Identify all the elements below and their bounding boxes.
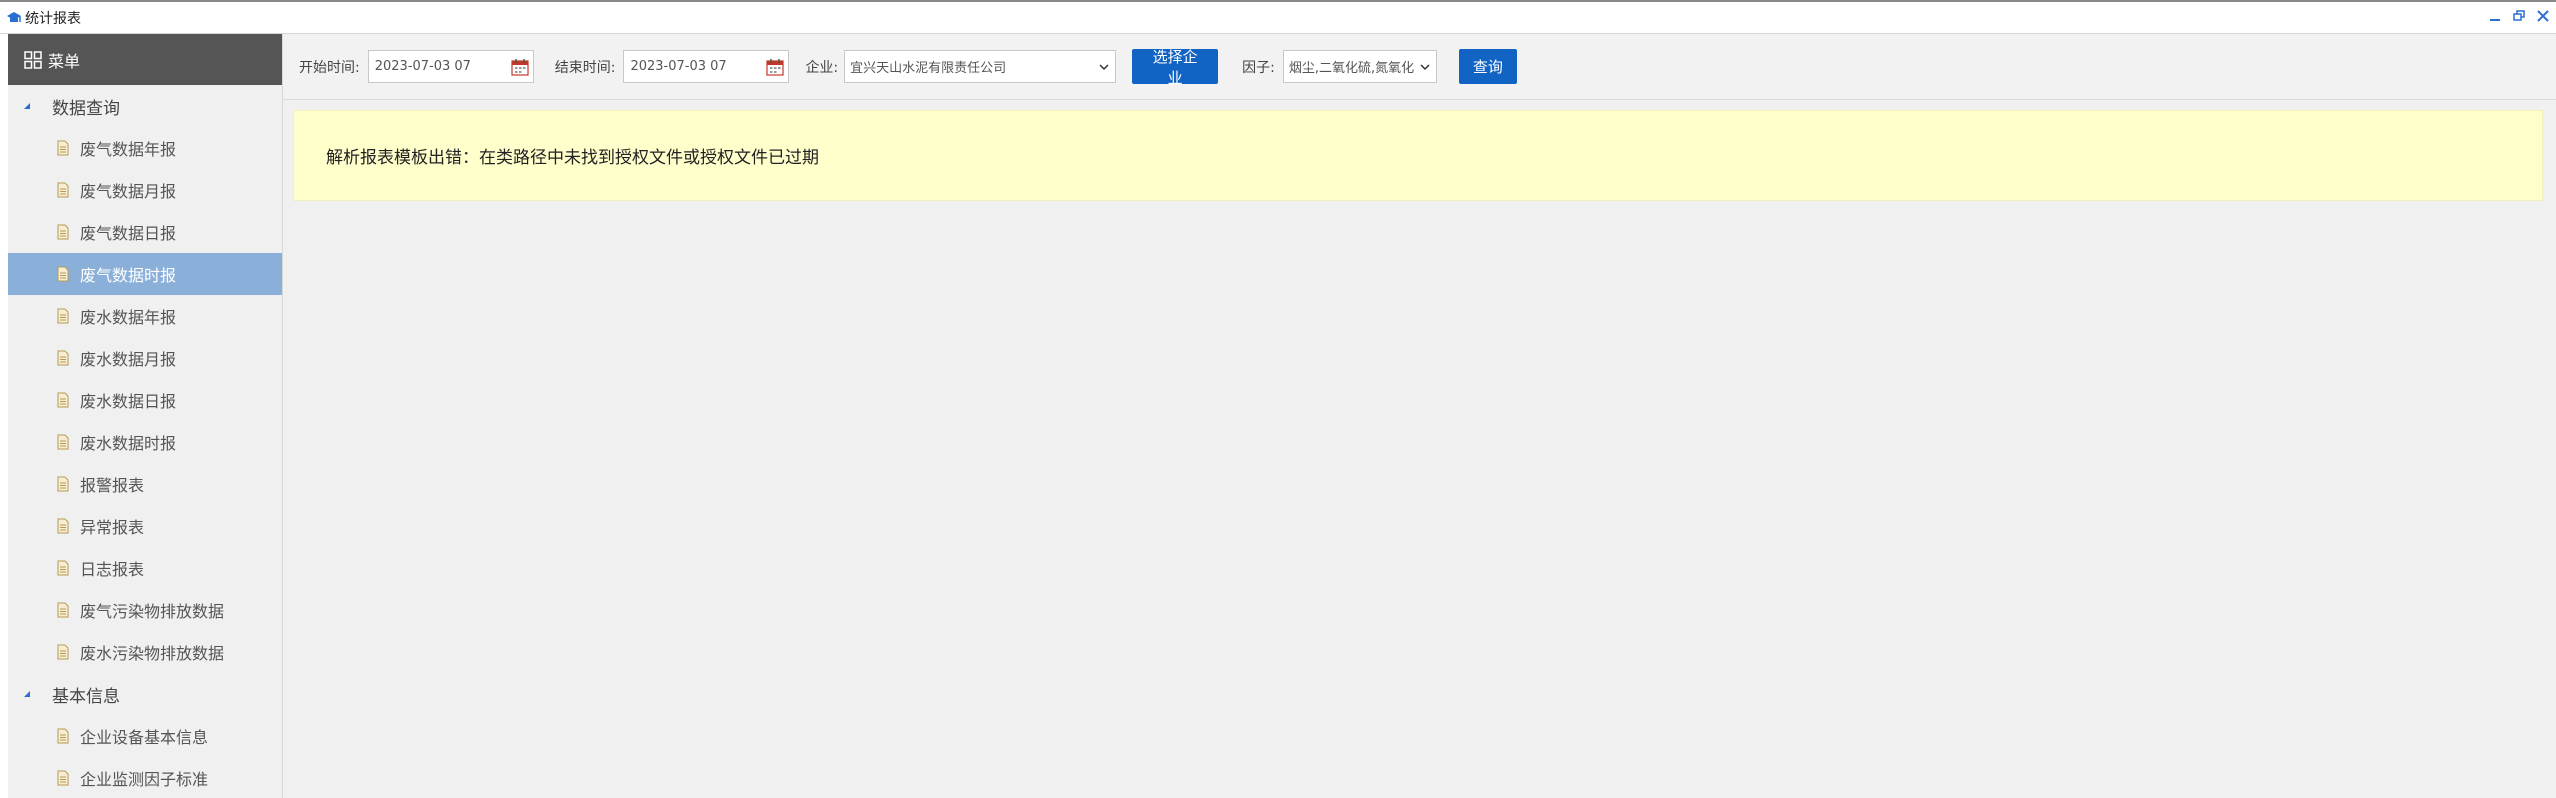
error-message: 解析报表模板出错：在类路径中未找到授权文件或授权文件已过期 [326,148,819,168]
calendar-icon[interactable] [766,58,785,76]
chevron-down-icon [1098,61,1110,73]
nav-item[interactable]: 废水数据年报 [8,295,282,337]
factor-select-value: 烟尘,二氧化硫,氮氧化 [1288,61,1415,76]
expand-caret-icon[interactable] [22,689,32,699]
report-document-icon [56,518,70,534]
company-select-value: 宜兴天山水泥有限责任公司 [850,61,1007,76]
report-document-icon [56,434,70,450]
error-message-panel: 解析报表模板出错：在类路径中未找到授权文件或授权文件已过期 [293,110,2543,201]
sidebar: 菜单 数据查询废气数据年报 废气数据月报 废气数据日报 废气数据时报 废水数据年报 废水数… [8,34,283,798]
end-time-field[interactable]: 2023-07-03 07 [623,50,790,83]
company-select[interactable]: 宜兴天山水泥有限责任公司 [844,50,1117,83]
nav-item-label: 废水污染物排放数据 [80,644,225,663]
nav-item[interactable]: 企业设备基本信息 [8,715,282,757]
nav-item[interactable]: 废水数据日报 [8,379,282,421]
nav-item[interactable]: 报警报表 [8,463,282,505]
nav-group-label: 基本信息 [52,686,120,707]
nav-item-label: 异常报表 [80,518,145,537]
nav-item[interactable]: 废水数据月报 [8,337,282,379]
end-time-value: 2023-07-03 07 [630,59,727,74]
nav-group-label: 数据查询 [52,98,120,119]
minimize-icon[interactable] [2488,8,2502,24]
report-document-icon [56,728,70,744]
expand-caret-icon[interactable] [22,101,32,111]
start-time-label: 开始时间: [299,59,360,76]
report-document-icon [56,266,70,282]
nav-item[interactable]: 废气数据日报 [8,211,282,253]
grid-icon [24,50,42,69]
menu-header-label: 菜单 [48,51,81,71]
nav-group-title[interactable]: 基本信息 [8,673,282,715]
nav-item-label: 报警报表 [80,476,145,495]
restore-icon[interactable] [2512,8,2526,24]
report-document-icon [56,224,70,240]
report-document-icon [56,644,70,660]
select-company-button[interactable]: 选择企业 [1132,48,1219,87]
nav-item[interactable]: 废气污染物排放数据 [8,589,282,631]
filter-toolbar: 开始时间: 2023-07-03 07 结束时间: 2023-07-03 07 … [283,34,2556,100]
nav-item-label: 废气数据年报 [80,140,177,159]
nav-item-label: 废气污染物排放数据 [80,602,225,621]
calendar-icon[interactable] [511,58,529,76]
nav-item[interactable]: 日志报表 [8,547,282,589]
nav-item-label: 日志报表 [80,560,145,579]
nav-item-label: 废气数据时报 [80,266,177,285]
nav-item[interactable]: 异常报表 [8,505,282,547]
nav-item-label: 企业设备基本信息 [80,728,209,747]
window-title-bar: 统计报表 [0,0,2556,34]
window-title: 统计报表 [25,10,81,27]
nav-tree: 数据查询废气数据年报 废气数据月报 废气数据日报 废气数据时报 废水数据年报 废水数据月报… [8,85,282,798]
close-icon[interactable] [2536,8,2550,24]
menu-header[interactable]: 菜单 [8,34,282,85]
report-document-icon [56,350,70,366]
nav-item[interactable]: 废水污染物排放数据 [8,631,282,673]
nav-item-label: 废水数据年报 [80,308,177,327]
start-time-field[interactable]: 2023-07-03 07 [367,50,534,83]
report-document-icon [56,476,70,492]
nav-item-label: 废水数据月报 [80,350,177,369]
nav-item[interactable]: 废气数据月报 [8,169,282,211]
report-document-icon [56,182,70,198]
nav-item-label: 企业监测因子标准 [80,770,209,789]
nav-item[interactable]: 废气数据时报 [8,253,282,295]
start-time-value: 2023-07-03 07 [374,59,471,74]
query-button[interactable]: 查询 [1458,49,1517,84]
factor-label: 因子: [1242,59,1275,76]
report-content: 解析报表模板出错：在类路径中未找到授权文件或授权文件已过期 [283,100,2556,798]
nav-item-label: 废气数据月报 [80,182,177,201]
nav-group-title[interactable]: 数据查询 [8,85,282,127]
report-document-icon [56,560,70,576]
company-label: 企业: [805,59,839,76]
graduation-cap-icon [6,11,22,25]
nav-item[interactable]: 废水数据时报 [8,421,282,463]
end-time-label: 结束时间: [554,59,616,76]
nav-item-label: 废气数据日报 [80,224,177,243]
report-document-icon [56,602,70,618]
factor-select[interactable]: 烟尘,二氧化硫,氮氧化 [1282,50,1437,83]
report-document-icon [56,308,70,324]
chevron-down-icon [1419,61,1431,73]
report-document-icon [56,140,70,156]
nav-item[interactable]: 废气数据年报 [8,127,282,169]
nav-item[interactable]: 企业监测因子标准 [8,757,282,798]
nav-item-label: 废水数据日报 [80,392,177,411]
nav-item-label: 废水数据时报 [80,434,177,453]
report-document-icon [56,770,70,786]
report-document-icon [56,392,70,408]
